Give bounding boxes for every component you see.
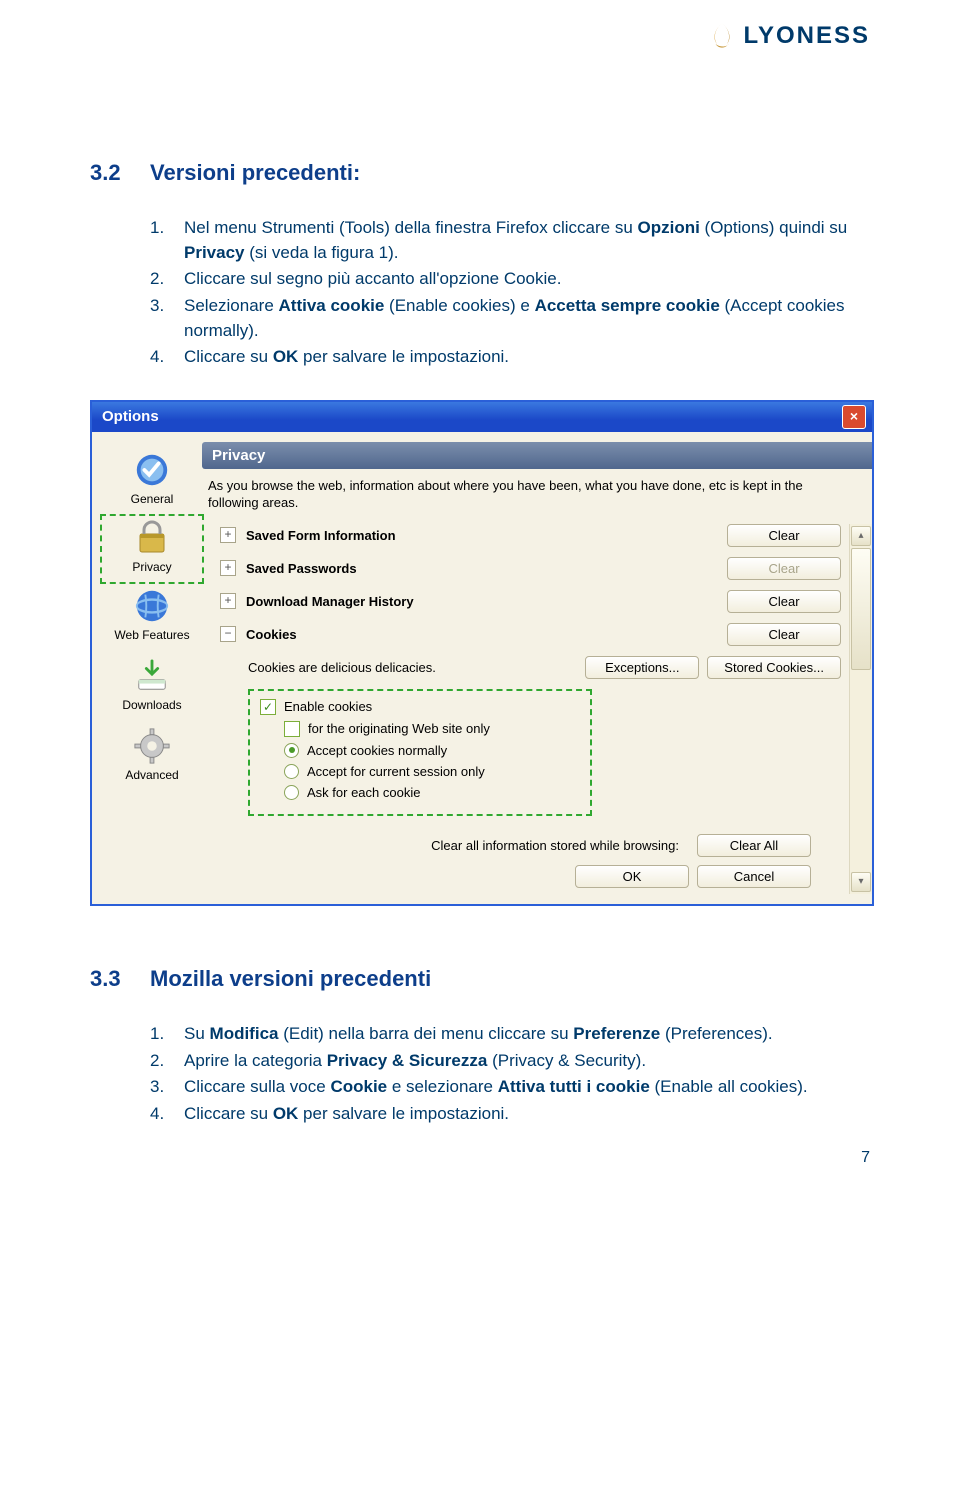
row-cookies-sub: Cookies are delicious delicacies. Except…: [248, 656, 841, 679]
exceptions-button[interactable]: Exceptions...: [585, 656, 699, 679]
originating-only-checkbox[interactable]: for the originating Web site only: [284, 721, 580, 737]
row-saved-form-info: + Saved Form Information Clear: [220, 524, 841, 547]
clear-button[interactable]: Clear: [727, 524, 841, 547]
enable-cookies-checkbox[interactable]: ✓ Enable cookies: [260, 699, 580, 715]
ok-button[interactable]: OK: [575, 865, 689, 888]
clear-button[interactable]: Clear: [727, 590, 841, 613]
ask-each-radio[interactable]: Ask for each cookie: [284, 785, 580, 800]
logo-text: LYONESS: [744, 22, 871, 50]
stored-cookies-button[interactable]: Stored Cookies...: [707, 656, 841, 679]
sidebar-item-privacy[interactable]: Privacy: [100, 514, 204, 584]
accept-normally-radio[interactable]: Accept cookies normally: [284, 743, 580, 758]
scrollbar[interactable]: ▴ ▾: [849, 524, 872, 894]
list-item: 3.Cliccare sulla voce Cookie e seleziona…: [150, 1075, 870, 1100]
heading-3-2: 3.2Versioni precedenti:: [90, 160, 870, 186]
options-window: Options × General Privacy: [90, 400, 874, 906]
sidebar-item-advanced[interactable]: Advanced: [102, 722, 202, 792]
list-item: 4.Cliccare su OK per salvare le impostaz…: [150, 1102, 870, 1127]
privacy-description: As you browse the web, information about…: [208, 477, 832, 512]
scroll-down-icon[interactable]: ▾: [851, 872, 871, 892]
logo-icon: [706, 20, 738, 52]
options-sidebar: General Privacy Web Features: [102, 442, 202, 894]
list-item: 1.Su Modifica (Edit) nella barra dei men…: [150, 1022, 870, 1047]
list-3-3: 1.Su Modifica (Edit) nella barra dei men…: [150, 1022, 870, 1127]
list-item: 2.Aprire la categoria Privacy & Sicurezz…: [150, 1049, 870, 1074]
page-number: 7: [861, 1149, 870, 1167]
window-title: Options: [102, 408, 159, 425]
scroll-up-icon[interactable]: ▴: [851, 526, 871, 546]
list-item: 1.Nel menu Strumenti (Tools) della fines…: [150, 216, 870, 265]
clear-all-row: Clear all information stored while brows…: [220, 816, 841, 865]
checkbox-icon: [284, 721, 300, 737]
list-item: 2.Cliccare sul segno più accanto all'opz…: [150, 267, 870, 292]
list-3-2: 1.Nel menu Strumenti (Tools) della fines…: [150, 216, 870, 370]
expand-icon[interactable]: +: [220, 593, 236, 609]
sidebar-item-webfeatures[interactable]: Web Features: [102, 582, 202, 652]
titlebar: Options ×: [92, 402, 872, 432]
checkbox-checked-icon: ✓: [260, 699, 276, 715]
row-download-history: + Download Manager History Clear: [220, 590, 841, 613]
brand-logo: LYONESS: [706, 20, 871, 52]
list-item: 4.Cliccare su OK per salvare le impostaz…: [150, 345, 870, 370]
radio-icon: [284, 764, 299, 779]
sidebar-item-downloads[interactable]: Downloads: [102, 652, 202, 722]
globe-icon: [102, 586, 202, 626]
scrollbar-thumb[interactable]: [851, 548, 871, 670]
expand-icon[interactable]: +: [220, 560, 236, 576]
collapse-icon[interactable]: −: [220, 626, 236, 642]
section-head-privacy: Privacy: [202, 442, 872, 469]
globe-check-icon: [102, 450, 202, 490]
clear-all-button[interactable]: Clear All: [697, 834, 811, 857]
row-cookies: − Cookies Clear: [220, 623, 841, 646]
expand-icon[interactable]: +: [220, 527, 236, 543]
sidebar-item-general[interactable]: General: [102, 446, 202, 516]
radio-selected-icon: [284, 743, 299, 758]
radio-icon: [284, 785, 299, 800]
clear-button-disabled: Clear: [727, 557, 841, 580]
lock-icon: [102, 518, 202, 558]
row-saved-passwords: + Saved Passwords Clear: [220, 557, 841, 580]
close-icon[interactable]: ×: [842, 405, 866, 429]
accept-session-radio[interactable]: Accept for current session only: [284, 764, 580, 779]
download-icon: [102, 656, 202, 696]
clear-button[interactable]: Clear: [727, 623, 841, 646]
list-item: 3.Selezionare Attiva cookie (Enable cook…: [150, 294, 870, 343]
heading-3-3: 3.3Mozilla versioni precedenti: [90, 966, 870, 992]
gear-icon: [102, 726, 202, 766]
cookies-settings-group: ✓ Enable cookies for the originating Web…: [248, 689, 592, 816]
cancel-button[interactable]: Cancel: [697, 865, 811, 888]
